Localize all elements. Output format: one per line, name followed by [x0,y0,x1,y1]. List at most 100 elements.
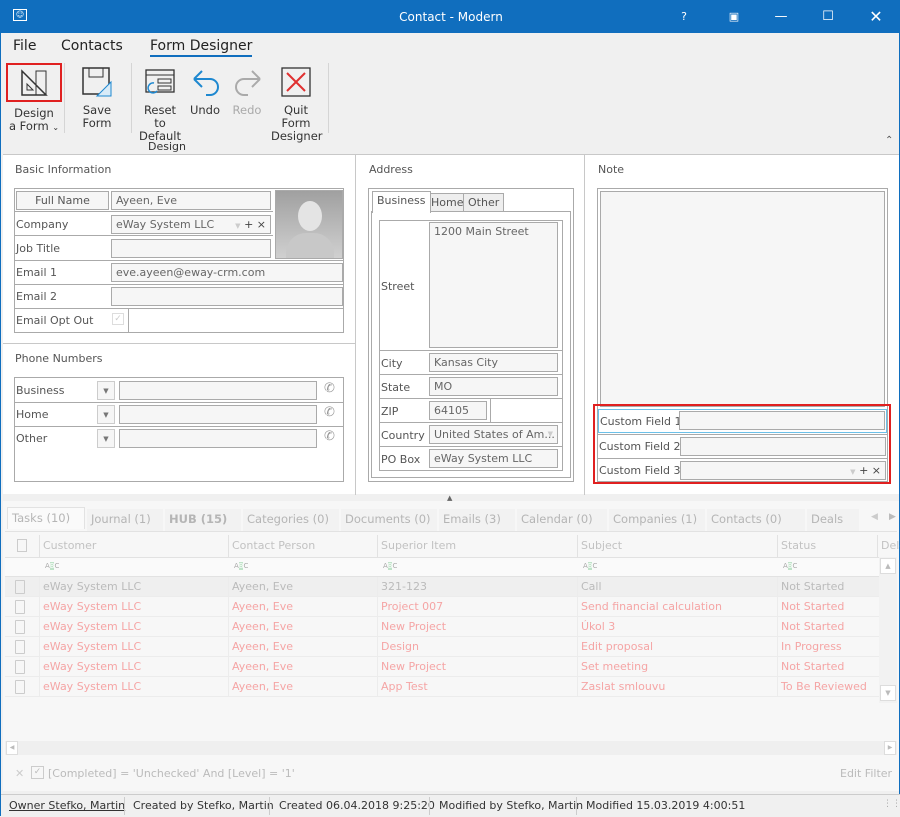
text-filter-icon[interactable]: ABC [783,562,797,570]
tab-address-other[interactable]: Other [463,193,505,212]
tab-journal[interactable]: Journal (1) [87,509,163,531]
table-row[interactable]: eWay System LLC Ayeen, Eve New Project Úkol… [5,617,879,637]
tab-scroll-right-icon[interactable]: ▶ [889,512,896,522]
street-field[interactable]: 1200 Main Street [429,222,558,348]
tab-deals[interactable]: Deals [807,509,859,531]
phone-type-dropdown[interactable]: ▼ [97,381,115,400]
tab-tasks[interactable]: Tasks (10) [7,507,85,529]
full-name-field[interactable]: Ayeen, Eve [111,191,271,210]
undo-button[interactable]: Undo [189,65,221,117]
text-filter-icon[interactable]: ABC [583,562,597,570]
zip-field[interactable]: 64105 [429,401,487,420]
country-select[interactable]: United States of Am... ▼ [429,425,558,444]
scroll-down-icon[interactable]: ▼ [880,685,896,701]
clear-icon[interactable]: × [872,464,881,477]
horizontal-scrollbar[interactable]: ◀ ▶ [5,741,897,755]
table-row[interactable]: eWay System LLC Ayeen, Eve 321-123 Call Not … [5,577,879,597]
scroll-right-icon[interactable]: ▶ [884,741,896,755]
custom-field-1-row[interactable]: Custom Field 1 [598,409,887,433]
document-icon [17,539,27,552]
created-by: Created by Stefko, Martin [133,799,274,812]
chevron-down-icon[interactable]: ▼ [850,468,855,476]
column-header-dele[interactable]: Dele [877,535,900,557]
contact-photo[interactable] [275,190,343,259]
table-row[interactable]: eWay System LLC Ayeen, Eve Design Edit prop… [5,637,879,657]
tab-address-business[interactable]: Business [372,191,431,213]
column-header-status[interactable]: Status [777,535,877,557]
email1-field[interactable]: eve.ayeen@eway-crm.com [111,263,343,282]
collapse-ribbon-icon[interactable]: ⌃ [885,135,893,146]
restore-icon[interactable]: ▣ [711,1,757,33]
scroll-up-icon[interactable]: ▲ [880,558,896,574]
filter-enabled-checkbox[interactable]: ✓ [31,766,44,779]
job-title-field[interactable] [111,239,271,258]
text-filter-icon[interactable]: ABC [383,562,397,570]
company-field[interactable]: eWay System LLC ▼ + × [111,215,271,234]
phone-number-field[interactable] [119,381,317,400]
custom-field-3-input[interactable]: ▼ + × [680,461,886,480]
custom-field-2-input[interactable] [680,437,886,456]
text-filter-icon[interactable]: ABC [234,562,248,570]
phone-call-icon[interactable]: ✆ [324,429,335,444]
owner-link[interactable]: Owner Stefko, Martin [9,799,125,812]
filter-row[interactable]: ABC ABC ABC ABC ABC [5,557,879,577]
note-field[interactable] [600,191,885,407]
table-row[interactable]: eWay System LLC Ayeen, Eve New Project Set … [5,657,879,677]
email-opt-out-checkbox[interactable]: ✓ [112,313,124,325]
menu-file[interactable]: File [13,38,36,54]
phone-number-field[interactable] [119,405,317,424]
country-label: Country [381,429,425,442]
tab-calendar[interactable]: Calendar (0) [517,509,607,531]
quit-form-designer-button[interactable]: Quit Form Designer [271,65,323,143]
phone-call-icon[interactable]: ✆ [324,381,335,396]
save-form-button[interactable]: Save Form [69,65,125,130]
menu-contacts[interactable]: Contacts [61,38,123,54]
scroll-left-icon[interactable]: ◀ [6,741,18,755]
phone-type-dropdown[interactable]: ▼ [97,429,115,448]
resize-grip-icon[interactable]: ⋮⋮ [883,799,900,809]
close-button[interactable]: ✕ [853,1,899,33]
full-name-button[interactable]: Full Name [16,191,109,210]
column-header-customer[interactable]: Customer [39,535,228,557]
email2-field[interactable] [111,287,343,306]
table-row[interactable]: eWay System LLC Ayeen, Eve Project 007 Send… [5,597,879,617]
phone-call-icon[interactable]: ✆ [324,405,335,420]
reset-to-default-button[interactable]: Reset to Default [137,65,183,143]
tab-hub[interactable]: HUB (15) [165,509,241,531]
table-cell: Zaslat smlouvu [577,677,777,697]
po-box-label: PO Box [381,453,421,466]
edit-filter-button[interactable]: Edit Filter [840,767,892,780]
table-cell: In Progress [777,637,877,657]
clear-icon[interactable]: × [257,218,266,231]
vertical-scrollbar[interactable]: ▲ ▼ [879,557,897,703]
po-box-field[interactable]: eWay System LLC [429,449,558,468]
help-icon[interactable]: ? [661,1,707,33]
add-icon[interactable]: + [244,218,253,231]
tab-contacts[interactable]: Contacts (0) [707,509,805,531]
text-filter-icon[interactable]: ABC [45,562,59,570]
chevron-down-icon[interactable]: ▼ [235,222,240,230]
menu-form-designer[interactable]: Form Designer [150,38,253,57]
custom-field-1-input[interactable] [679,411,885,430]
chevron-down-icon[interactable]: ▼ [548,430,553,438]
tab-categories[interactable]: Categories (0) [243,509,339,531]
design-a-form-button[interactable]: Design a Form ⌄ [6,63,62,134]
table-row[interactable]: eWay System LLC Ayeen, Eve App Test Zaslat … [5,677,879,697]
column-header-contact-person[interactable]: Contact Person [228,535,377,557]
minimize-button[interactable]: — [758,1,804,33]
add-icon[interactable]: + [859,464,868,477]
tab-documents[interactable]: Documents (0) [341,509,437,531]
column-header-superior-item[interactable]: Superior Item [377,535,577,557]
city-field[interactable]: Kansas City [429,353,558,372]
redo-button[interactable]: Redo [231,65,263,117]
table-cell: Set meeting [577,657,777,677]
state-field[interactable]: MO [429,377,558,396]
phone-number-field[interactable] [119,429,317,448]
tab-companies[interactable]: Companies (1) [609,509,705,531]
tab-scroll-left-icon[interactable]: ◀ [871,512,878,522]
maximize-button[interactable]: ☐ [805,1,851,33]
tab-emails[interactable]: Emails (3) [439,509,515,531]
clear-filter-icon[interactable]: ✕ [15,767,24,780]
phone-type-dropdown[interactable]: ▼ [97,405,115,424]
column-header-subject[interactable]: Subject [577,535,777,557]
